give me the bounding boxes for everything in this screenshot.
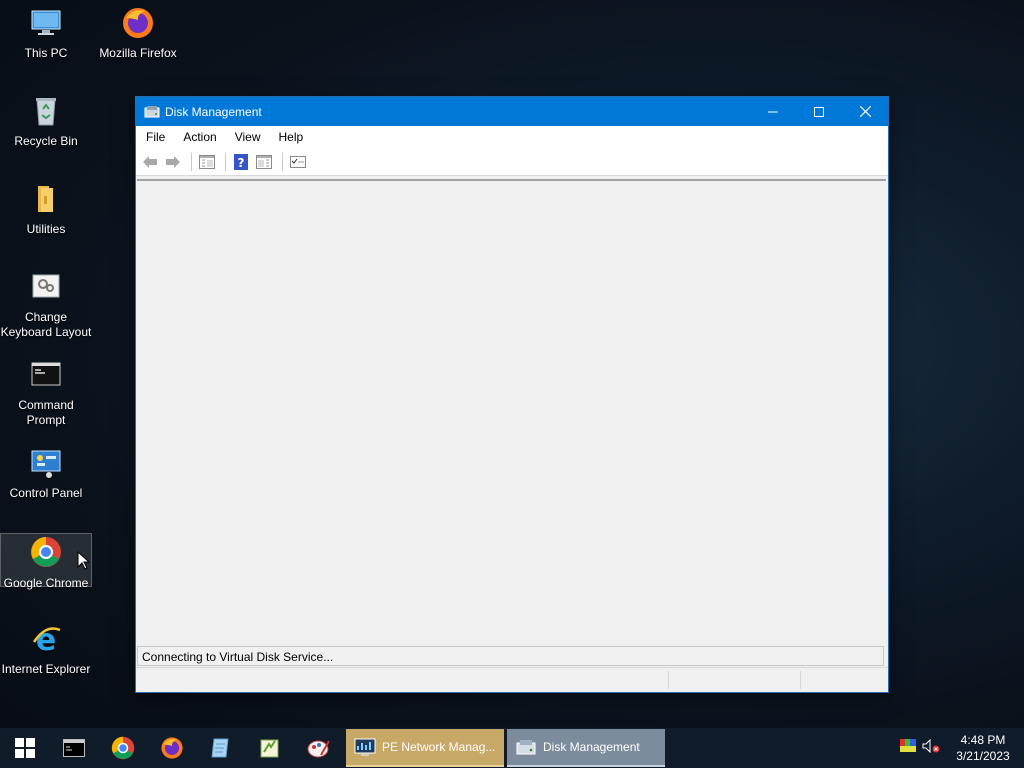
desktop-icon-firefox[interactable]: Mozilla Firefox	[92, 6, 184, 61]
properties-button[interactable]	[288, 153, 308, 171]
window-title: Disk Management	[165, 104, 262, 119]
help-button[interactable]: ?	[231, 153, 251, 171]
disk-management-icon	[144, 104, 160, 120]
desktop-icon-label: Mozilla Firefox	[99, 46, 177, 60]
close-button[interactable]	[842, 97, 888, 126]
minimize-button[interactable]	[750, 97, 796, 126]
start-icon	[14, 738, 35, 758]
maximize-icon	[814, 106, 824, 117]
show-hide-action-pane-icon	[256, 154, 272, 169]
back-arrow-icon	[143, 155, 157, 168]
status-message: Connecting to Virtual Disk Service...	[137, 646, 884, 666]
firefox-icon	[121, 6, 155, 40]
svg-text:?: ?	[238, 156, 245, 170]
status-bar	[136, 667, 888, 692]
menu-bar: File Action View Help	[136, 126, 888, 148]
taskbar-task-disk-management[interactable]: Disk Management	[507, 729, 665, 767]
desktop-icon-this-pc[interactable]: This PC	[0, 6, 92, 61]
desktop-icon-label: This PC	[24, 46, 68, 60]
notepad-plus-icon	[260, 739, 278, 758]
desktop-icon-recycle-bin[interactable]: Recycle Bin	[0, 94, 92, 149]
desktop-icon-internet-explorer[interactable]: e Internet Explorer	[0, 622, 92, 677]
start-button[interactable]	[0, 728, 49, 768]
taskbar-chrome[interactable]	[98, 728, 147, 768]
menu-action[interactable]: Action	[173, 130, 224, 144]
window-titlebar[interactable]: Disk Management	[136, 97, 888, 126]
taskbar-notepad-plus[interactable]	[245, 728, 294, 768]
disk-management-icon	[515, 736, 537, 758]
desktop-icon-label: Google Chrome	[3, 576, 89, 590]
toolbar-separator	[225, 152, 226, 171]
toolbar: ?	[136, 148, 888, 176]
desktop-icon-label: Utilities	[26, 222, 66, 236]
forward-arrow-icon	[166, 155, 180, 168]
desktop-icon-change-keyboard-layout[interactable]: Change Keyboard Layout	[0, 270, 92, 340]
desktop-icon-label: Recycle Bin	[14, 134, 78, 148]
desktop-icon-control-panel[interactable]: Control Panel	[0, 446, 92, 501]
control-panel-icon	[29, 446, 63, 480]
desktop-icon-utilities[interactable]: Utilities	[0, 182, 92, 237]
notepad-icon	[210, 738, 229, 758]
maximize-button[interactable]	[796, 97, 842, 126]
forward-button[interactable]	[163, 153, 183, 171]
chrome-icon	[29, 536, 63, 570]
desktop-icon-label: Control Panel	[9, 486, 83, 500]
display-icon[interactable]	[900, 738, 916, 758]
show-hide-console-tree-icon	[199, 154, 215, 169]
toolbar-separator	[191, 152, 192, 171]
menu-file[interactable]: File	[136, 130, 173, 144]
clock-time: 4:48 PM	[960, 733, 1006, 747]
menu-help[interactable]: Help	[269, 130, 312, 144]
internet-explorer-icon: e	[29, 622, 63, 658]
menu-view[interactable]: View	[225, 130, 269, 144]
content-pane	[137, 179, 886, 648]
clock[interactable]: 4:48 PM 3/21/2023	[948, 732, 1018, 764]
show-hide-console-tree-button[interactable]	[197, 153, 217, 171]
task-label: Disk Management	[543, 740, 640, 754]
recycle-bin-icon	[29, 94, 63, 128]
desktop-icon-command-prompt[interactable]: Command Prompt	[0, 358, 92, 428]
system-tray: 4:48 PM 3/21/2023	[900, 728, 1024, 768]
firefox-icon	[160, 737, 183, 759]
taskbar-notepad[interactable]	[196, 728, 245, 768]
desktop-icon-label: Change Keyboard Layout	[0, 310, 92, 339]
network-manager-icon	[354, 736, 376, 758]
mouse-cursor	[77, 550, 91, 575]
help-icon: ?	[234, 153, 248, 170]
clock-date: 3/21/2023	[956, 749, 1010, 763]
taskbar-command-prompt[interactable]	[49, 728, 98, 768]
close-icon	[859, 106, 871, 117]
toolbar-separator	[282, 152, 283, 171]
command-prompt-icon	[62, 739, 85, 757]
taskbar: PE Network Manag... Disk Management 4:48…	[0, 728, 1024, 768]
back-button[interactable]	[140, 153, 160, 171]
disk-management-window[interactable]: Disk Management File Action View Help ?	[136, 97, 888, 692]
taskbar-task-pe-network-manager[interactable]: PE Network Manag...	[346, 729, 504, 767]
show-hide-action-pane-button[interactable]	[254, 153, 274, 171]
desktop-icon-label: Command Prompt	[18, 398, 74, 427]
command-prompt-icon	[29, 358, 63, 392]
paint-icon	[307, 740, 330, 758]
taskbar-firefox[interactable]	[147, 728, 196, 768]
volume-muted-icon[interactable]	[922, 738, 940, 758]
minimize-icon	[768, 111, 778, 112]
status-bar-divider	[668, 671, 669, 689]
keyboard-settings-icon	[29, 270, 63, 304]
properties-icon	[290, 155, 306, 168]
chrome-icon	[111, 736, 134, 760]
folder-icon	[29, 182, 63, 216]
taskbar-paint[interactable]	[294, 728, 343, 768]
task-label: PE Network Manag...	[382, 740, 496, 754]
status-bar-divider	[800, 671, 801, 689]
desktop-icon-label: Internet Explorer	[1, 662, 91, 676]
this-pc-icon	[29, 6, 63, 40]
